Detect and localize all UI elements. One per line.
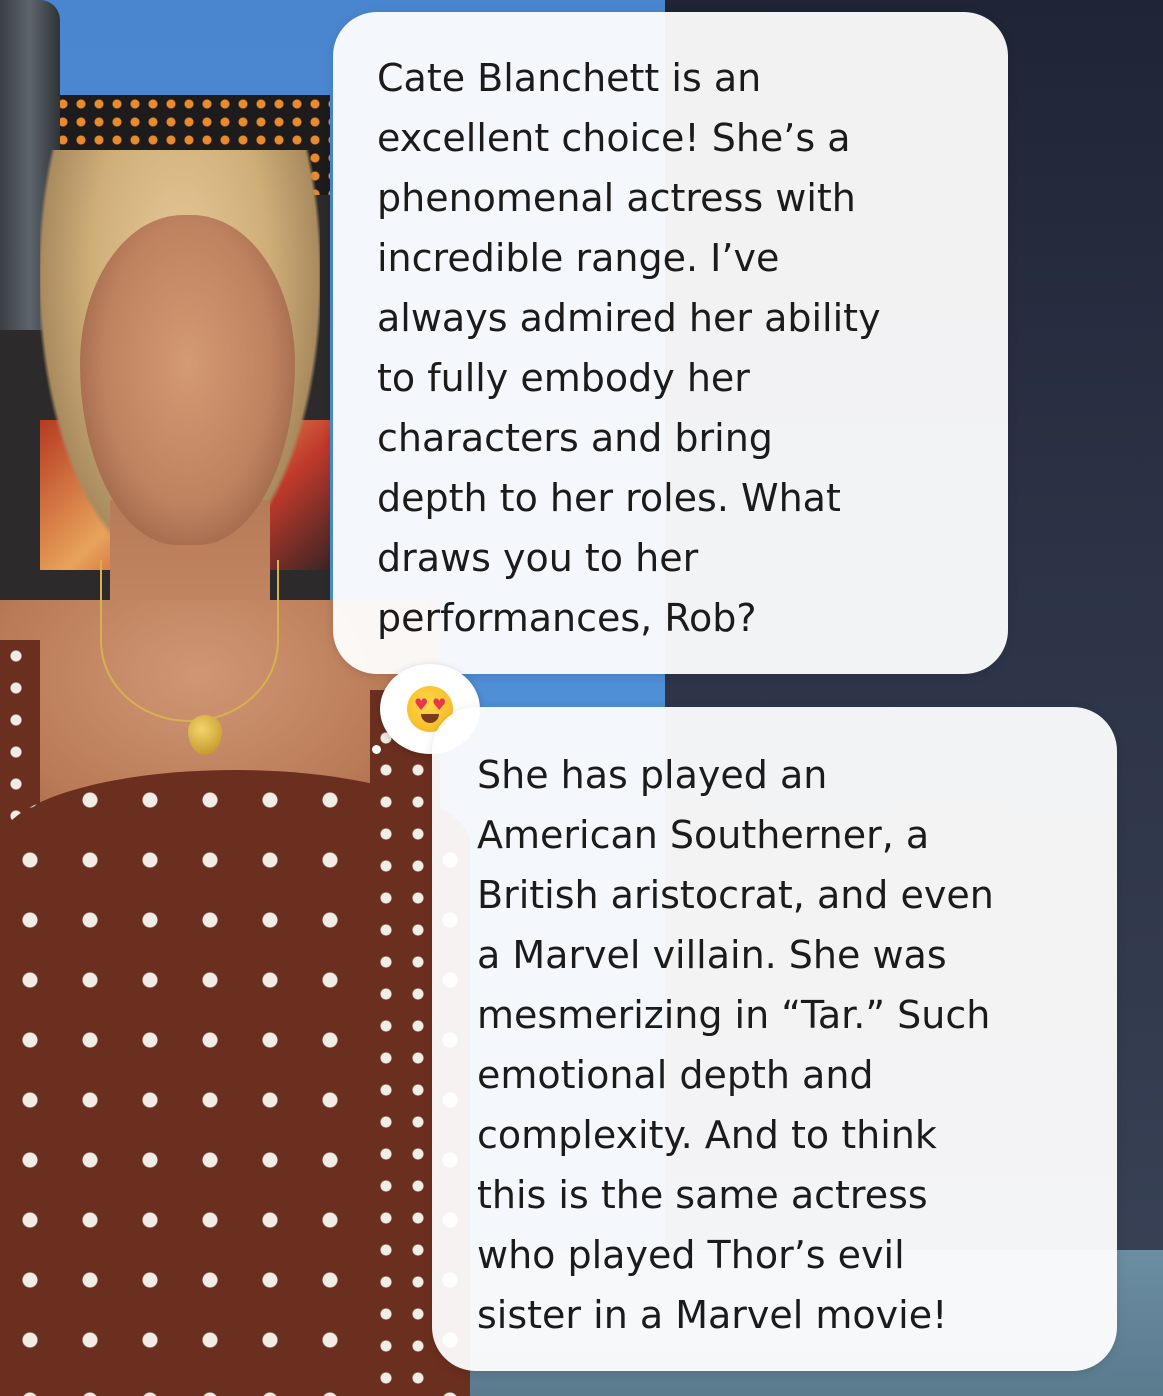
avatar-necklace-chain xyxy=(100,560,279,722)
message-line: complexity. And to think xyxy=(477,1113,937,1157)
message-line: excellent choice! She’s a xyxy=(377,116,851,160)
message-line: a Marvel villain. She was xyxy=(477,933,947,977)
message-line: depth to her roles. What xyxy=(377,476,841,520)
message-line: emotional depth and xyxy=(477,1053,874,1097)
message-line: British aristocrat, and even xyxy=(477,873,994,917)
message-line: characters and bring xyxy=(377,416,773,460)
message-line: to fully embody her xyxy=(377,356,750,400)
message-line: mesmerizing in “Tar.” Such xyxy=(477,993,991,1037)
avatar-face xyxy=(80,215,295,545)
heart-eye-right: ♥ xyxy=(432,695,447,714)
heart-eye-left: ♥ xyxy=(414,695,429,714)
message-line: performances, Rob? xyxy=(377,596,757,640)
chat-message-user[interactable]: She has played an American Southerner, a… xyxy=(432,707,1117,1371)
message-line: Cate Blanchett is an xyxy=(377,56,762,100)
message-line: incredible range. I’ve xyxy=(377,236,780,280)
emoji-mouth xyxy=(421,714,439,723)
message-line: always admired her ability xyxy=(377,296,881,340)
message-line: this is the same actress xyxy=(477,1173,928,1217)
reaction-bubble-tail xyxy=(372,745,381,754)
message-line: draws you to her xyxy=(377,536,699,580)
chat-message-ai[interactable]: Cate Blanchett is an excellent choice! S… xyxy=(333,12,1008,674)
message-line: sister in a Marvel movie! xyxy=(477,1293,948,1337)
message-line: American Southerner, a xyxy=(477,813,930,857)
message-line: who played Thor’s evil xyxy=(477,1233,905,1277)
message-line: phenomenal actress with xyxy=(377,176,856,220)
avatar-sleeve-right xyxy=(370,690,440,1396)
message-line: She has played an xyxy=(477,753,828,797)
